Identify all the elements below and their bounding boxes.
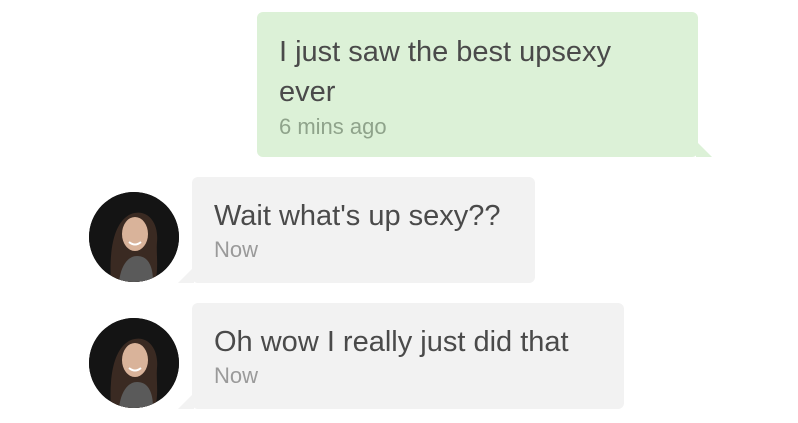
incoming-message-bubble[interactable]: Oh wow I really just did that Now xyxy=(178,303,624,409)
message-timestamp: Now xyxy=(214,237,259,262)
bubble-tail xyxy=(696,141,712,157)
incoming-message-bubble[interactable]: Wait what's up sexy?? Now xyxy=(178,177,535,283)
user-photo-avatar-icon xyxy=(89,192,179,282)
message-text: Wait what's up sexy?? xyxy=(214,200,501,232)
bubble-tail xyxy=(178,267,194,283)
outgoing-message-bubble[interactable]: I just saw the best upsexy ever 6 mins a… xyxy=(257,12,712,157)
chat-thread: I just saw the best upsexy ever 6 mins a… xyxy=(0,0,798,423)
message-timestamp: 6 mins ago xyxy=(279,114,387,139)
message-text: Oh wow I really just did that xyxy=(214,326,569,358)
bubble-tail xyxy=(178,393,194,409)
contact-avatar[interactable] xyxy=(89,192,179,282)
message-text: I just saw the best upsexy ever xyxy=(279,36,612,108)
contact-avatar[interactable] xyxy=(89,318,179,408)
user-photo-avatar-icon xyxy=(89,318,179,408)
message-timestamp: Now xyxy=(214,363,259,388)
